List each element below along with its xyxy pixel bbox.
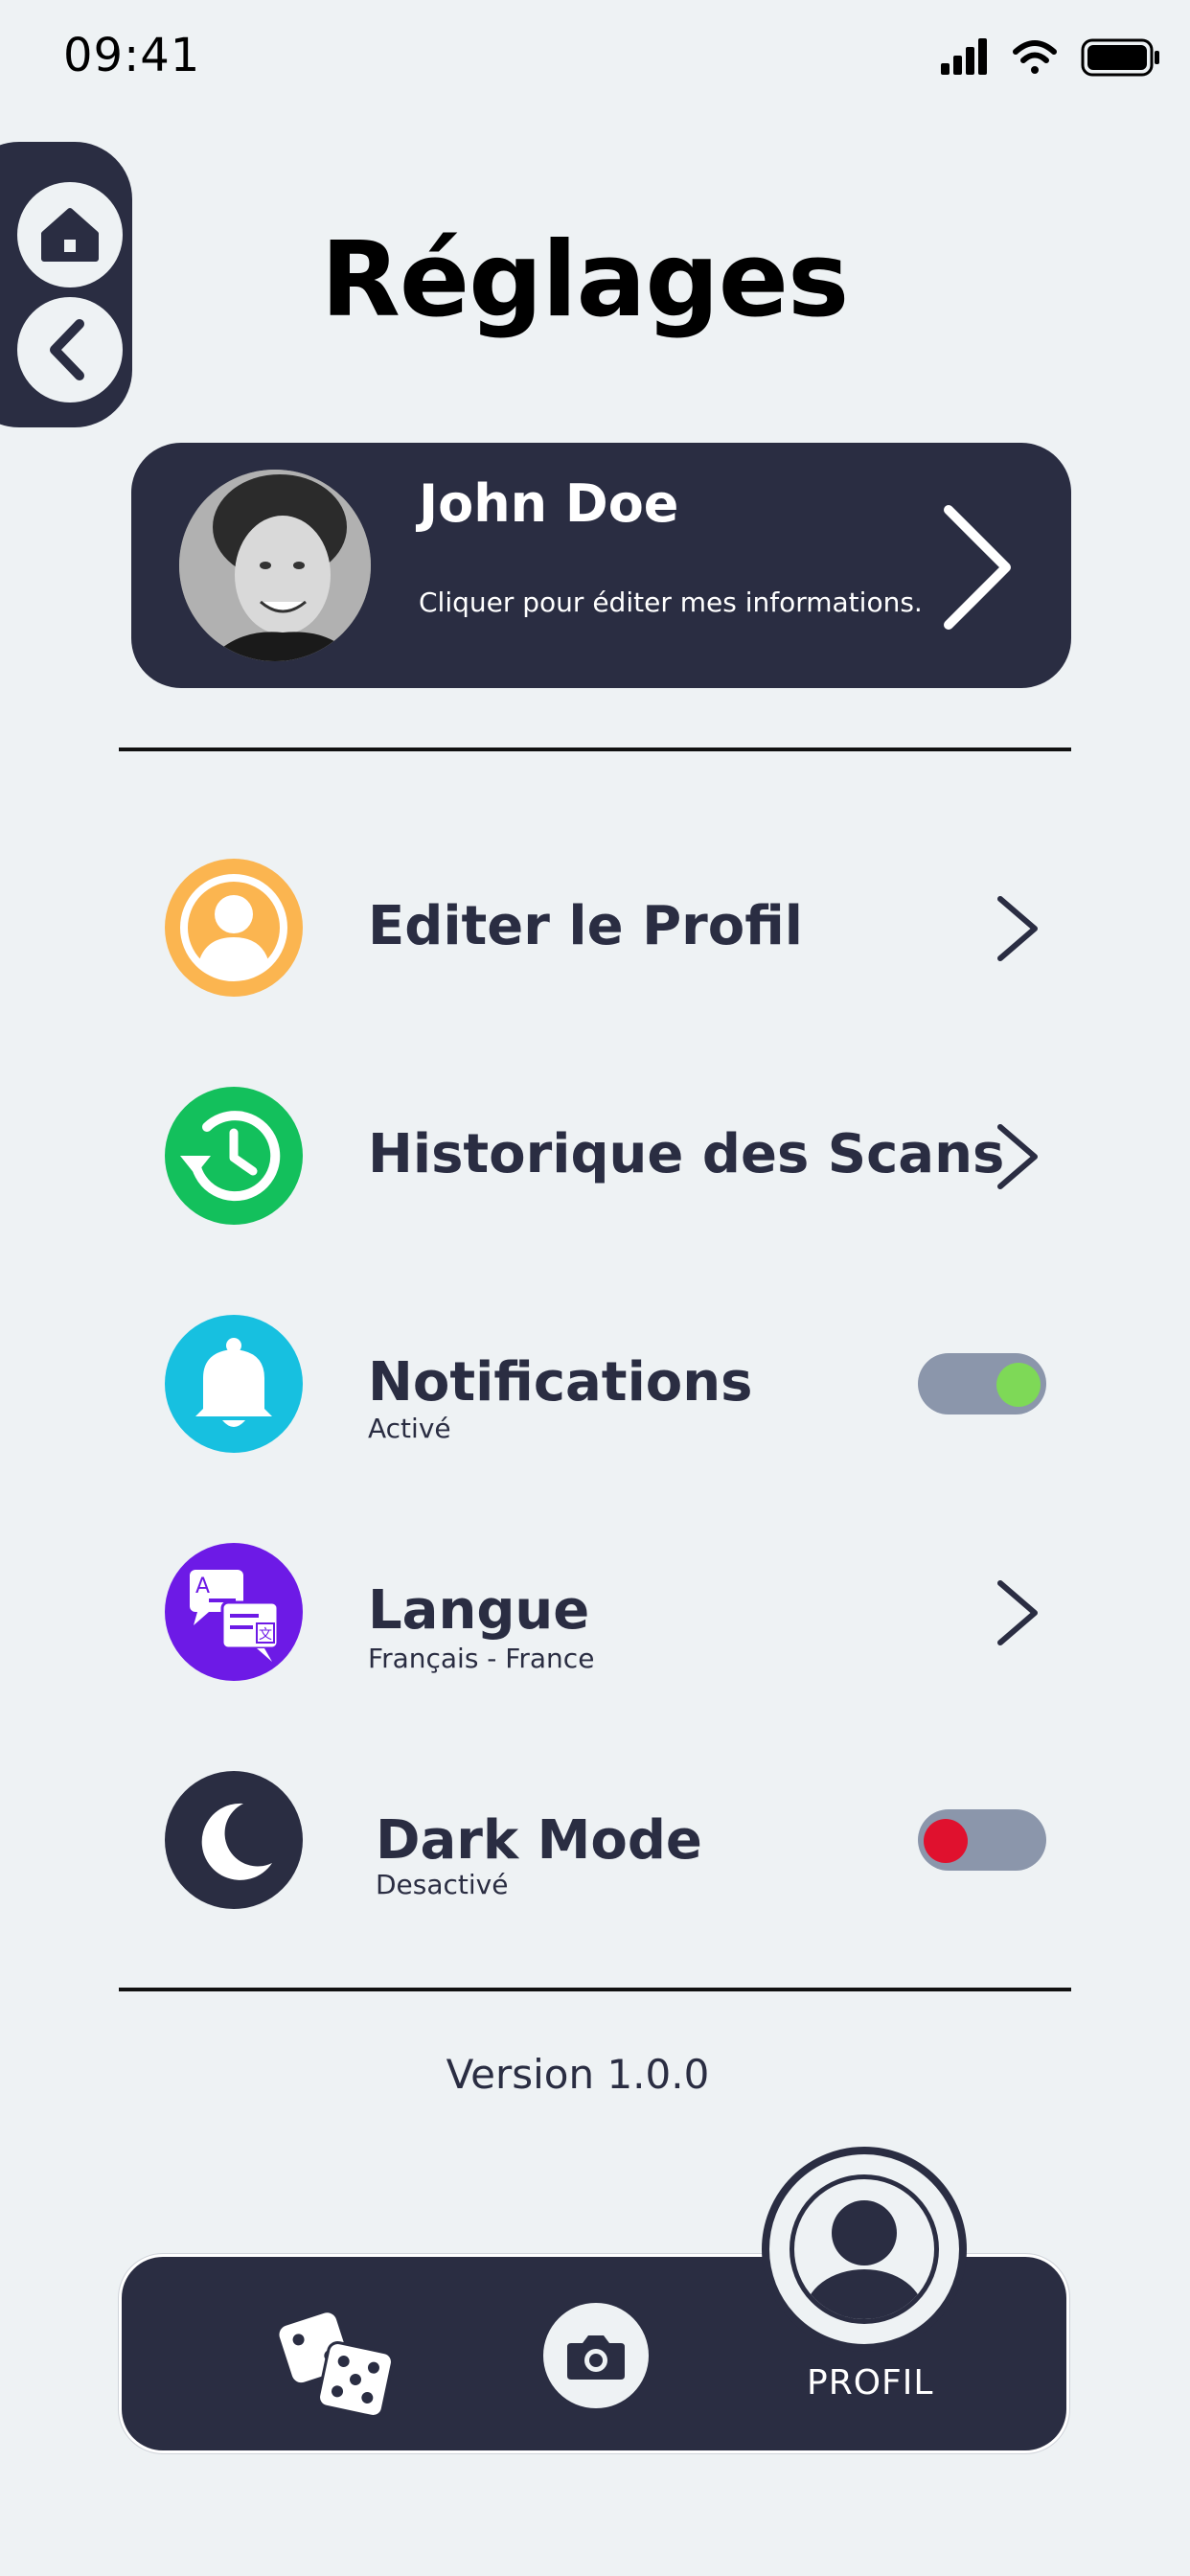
dark-mode-toggle[interactable] [918, 1809, 1046, 1871]
battery-icon [1081, 38, 1159, 77]
wifi-icon [1013, 40, 1057, 74]
toggle-knob [924, 1819, 968, 1863]
chevron-right-icon [997, 1580, 1038, 1645]
dice-icon[interactable] [275, 2305, 400, 2420]
camera-icon [567, 2335, 625, 2380]
user-avatar-icon [790, 2174, 939, 2324]
setting-label: Langue [368, 1579, 590, 1642]
avatar [179, 470, 371, 661]
setting-label: Dark Mode [376, 1809, 702, 1872]
history-clock-icon [165, 1087, 303, 1225]
signal-icon [941, 38, 987, 75]
translate-icon: A 文 [165, 1543, 303, 1681]
toggle-knob [996, 1363, 1041, 1407]
profile-edit-hint: Cliquer pour éditer mes informations. [419, 586, 923, 618]
setting-status: Activé [368, 1413, 451, 1444]
setting-label: Notifications [368, 1351, 753, 1414]
setting-language[interactable]: A 文 Langue Français - France [165, 1543, 1046, 1681]
page-title: Réglages [320, 220, 849, 340]
profile-tab-button[interactable] [762, 2147, 967, 2352]
chevron-right-icon [944, 505, 1011, 630]
version-label: Version 1.0.0 [446, 2051, 710, 2098]
camera-tab-button[interactable] [543, 2303, 649, 2408]
profile-name: John Doe [419, 473, 679, 534]
status-icons [941, 38, 1159, 77]
moon-icon [165, 1771, 303, 1909]
setting-label: Editer le Profil [368, 895, 803, 957]
profile-card[interactable]: John Doe Cliquer pour éditer mes informa… [131, 443, 1071, 688]
setting-dark-mode[interactable]: Dark Mode Desactivé [165, 1771, 1046, 1909]
setting-status: Français - France [368, 1643, 595, 1674]
notifications-toggle[interactable] [918, 1353, 1046, 1414]
setting-status: Desactivé [376, 1869, 509, 1900]
setting-edit-profile[interactable]: Editer le Profil [165, 859, 1046, 997]
chevron-right-icon [997, 1124, 1038, 1189]
tab-profile-label: PROFIL [807, 2363, 934, 2403]
bell-icon [165, 1315, 303, 1453]
divider [119, 1988, 1071, 1991]
setting-label: Historique des Scans [368, 1123, 1005, 1185]
user-circle-icon [165, 859, 303, 997]
chevron-right-icon [997, 896, 1038, 961]
setting-scan-history[interactable]: Historique des Scans [165, 1087, 1046, 1225]
setting-notifications[interactable]: Notifications Activé [165, 1315, 1046, 1453]
svg-text:A: A [195, 1575, 210, 1598]
status-time: 09:41 [63, 29, 201, 82]
svg-text:文: 文 [259, 1627, 272, 1643]
divider [119, 748, 1071, 751]
